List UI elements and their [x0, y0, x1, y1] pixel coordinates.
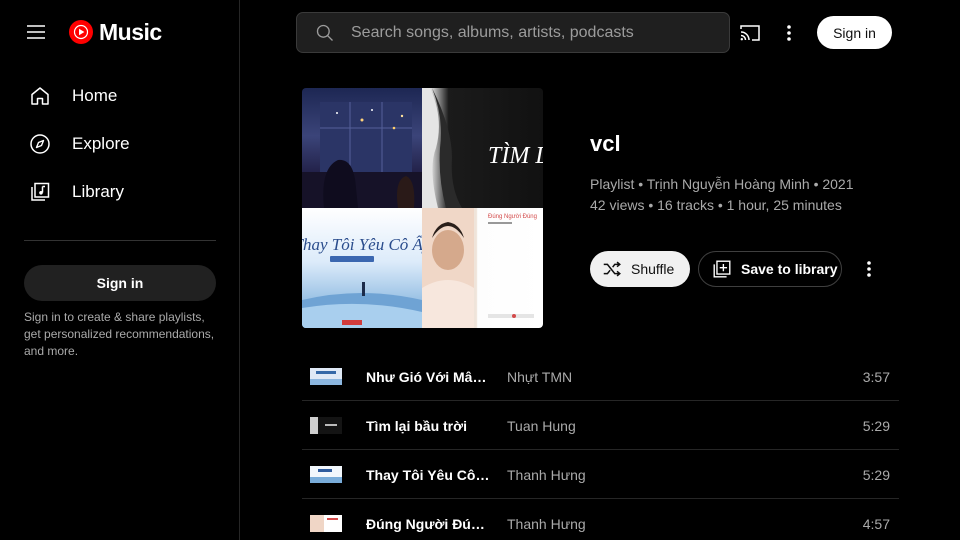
sidebar-item-home[interactable]: Home [0, 72, 239, 120]
cover-tile-dung-nguoi-dung: Đúng Người Đúng [422, 208, 543, 328]
track-thumbnail [310, 368, 342, 385]
search-input[interactable] [351, 23, 729, 42]
track-title[interactable]: Như Gió Với Mây (feat. VVX) [366, 369, 492, 385]
track-artist[interactable]: Thanh Hưng [507, 516, 586, 532]
track-title[interactable]: Đúng Người Đúng Thời Điểm [366, 516, 492, 532]
track-duration: 5:29 [862, 418, 890, 434]
sidebar-item-label: Home [72, 86, 118, 105]
playlist-meta: Playlist • Trịnh Nguyễn Hoàng Minh • 202… [590, 174, 854, 216]
shuffle-icon [603, 261, 621, 277]
save-to-library-label: Save to library [741, 261, 838, 277]
hamburger-menu-icon[interactable] [24, 20, 48, 44]
sidebar-item-library[interactable]: Library [0, 168, 239, 216]
playlist-title: vcl [590, 131, 621, 156]
more-options-icon[interactable] [779, 21, 799, 45]
cover-tile-night-window [302, 88, 422, 208]
shuffle-button[interactable]: Shuffle [590, 251, 690, 287]
shuffle-label: Shuffle [631, 261, 675, 277]
track-thumbnail [310, 466, 342, 483]
compass-icon [30, 134, 50, 154]
sidebar-sign-in-button[interactable]: Sign in [24, 265, 216, 301]
search-icon [316, 24, 333, 41]
logo-text: Music [99, 18, 162, 45]
sidebar-item-label: Library [72, 182, 124, 201]
add-to-library-icon [713, 260, 731, 278]
playlist-meta-line1: Playlist • Trịnh Nguyễn Hoàng Minh • 202… [590, 176, 854, 192]
track-title[interactable]: Thay Tôi Yêu Cô Ấy [366, 467, 492, 483]
track-row[interactable]: Tìm lại bầu trời Tuan Hung 5:29 [302, 401, 899, 450]
save-to-library-button[interactable]: Save to library [698, 251, 842, 287]
sidebar-nav: Home Explore Library [0, 72, 239, 216]
cast-icon[interactable] [738, 21, 762, 45]
track-duration: 3:57 [862, 369, 890, 385]
cover-tile-song-title: Thay Tôi Yêu Cô Ấy [302, 235, 422, 254]
app-root: Music Home Explore Library Sign in Sign … [0, 0, 960, 540]
sidebar-divider [24, 240, 216, 241]
sidebar-item-label: Explore [72, 134, 130, 153]
sidebar: Music Home Explore Library Sign in Sign … [0, 0, 240, 540]
track-row[interactable]: Thay Tôi Yêu Cô Ấy Thanh Hưng 5:29 [302, 450, 899, 499]
sidebar-item-explore[interactable]: Explore [0, 120, 239, 168]
track-thumbnail [310, 417, 342, 434]
track-artist[interactable]: Thanh Hưng [507, 467, 586, 483]
cover-tile-tim-lai: TÌM LẠ [422, 88, 543, 208]
track-list: Như Gió Với Mây (feat. VVX) Nhựt TMN 3:5… [302, 352, 899, 540]
playlist-more-options-icon[interactable] [859, 258, 879, 282]
library-icon [31, 182, 50, 201]
track-thumbnail [310, 515, 342, 532]
track-artist[interactable]: Tuan Hung [507, 418, 576, 434]
track-duration: 5:29 [862, 467, 890, 483]
search-bar[interactable] [296, 12, 730, 53]
track-artist[interactable]: Nhựt TMN [507, 369, 572, 385]
youtube-music-logo-icon [69, 20, 93, 44]
cover-tile-dung-nguoi-dung-text: Đúng Người Đúng [488, 214, 537, 220]
playlist-cover-collage: TÌM LẠ Thay Tôi Yêu Cô Ấy Đúng Người Đún… [302, 88, 543, 328]
sidebar-sign-in-note: Sign in to create & share playlists, get… [24, 310, 215, 358]
youtube-music-logo[interactable]: Music [68, 19, 162, 45]
sign-in-button[interactable]: Sign in [817, 16, 892, 49]
track-row[interactable]: Đúng Người Đúng Thời Điểm Thanh Hưng 4:5… [302, 499, 899, 540]
cover-tile-thay-toi-yeu-co-ay: Thay Tôi Yêu Cô Ấy [302, 208, 422, 328]
track-row[interactable]: Như Gió Với Mây (feat. VVX) Nhựt TMN 3:5… [302, 352, 899, 401]
track-title[interactable]: Tìm lại bầu trời [366, 418, 492, 434]
track-duration: 4:57 [862, 516, 890, 532]
cover-tile-tim-lai-text: TÌM LẠ [488, 143, 543, 169]
playlist-meta-line2: 42 views • 16 tracks • 1 hour, 25 minute… [590, 197, 842, 213]
home-icon [31, 87, 49, 105]
